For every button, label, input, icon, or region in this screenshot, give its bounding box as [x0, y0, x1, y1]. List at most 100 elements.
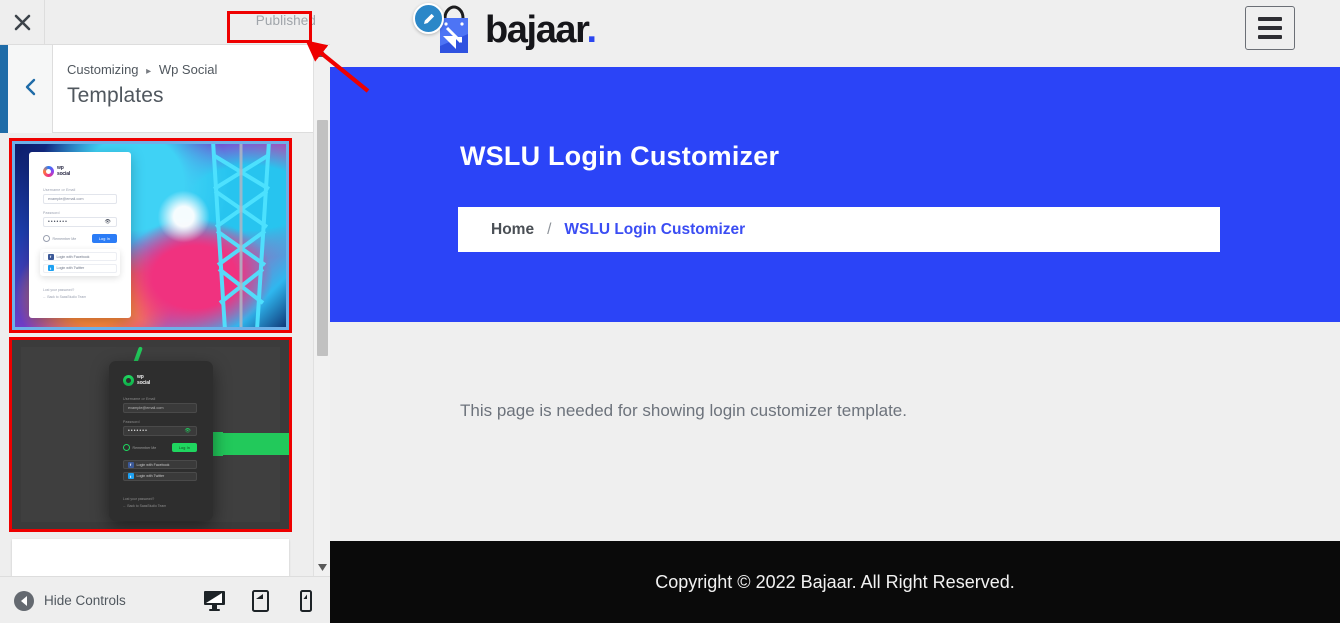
breadcrumb: Customizing ▸ Wp Social	[67, 62, 217, 77]
twitter-login-button: t Login with Twitter	[123, 471, 197, 481]
chevron-left-icon	[24, 78, 37, 101]
password-input: ••••••• 👁	[43, 217, 117, 227]
wp-social-logo: wp social	[43, 165, 70, 177]
scroll-up-arrow-icon[interactable]	[314, 45, 330, 62]
site-preview-frame[interactable]: bajaar. WSLU Login Customizer Home / WSL…	[330, 0, 1340, 623]
template-option-dark[interactable]: wp social Username or Email example@email…	[9, 337, 292, 532]
remember-me-label: Remember Me	[52, 236, 77, 241]
template-dark-thumbnail: wp social Username or Email example@email…	[12, 340, 289, 529]
logo-line-2: social	[137, 379, 150, 386]
logo-dot: .	[586, 9, 597, 51]
pencil-edit-icon[interactable]	[413, 3, 444, 34]
back-to-site-link: ← Back to SaasStudio Team	[43, 295, 87, 299]
username-field-group: Username or Email example@email.com	[43, 188, 117, 204]
username-input: example@email.com	[123, 403, 197, 413]
close-customizer-button[interactable]	[0, 0, 45, 45]
password-value: •••••••	[48, 219, 68, 225]
green-swoosh-decoration	[197, 432, 289, 456]
password-input: ••••••• 👁	[123, 426, 197, 436]
panel-accent-rail	[0, 45, 8, 133]
desktop-preview-icon[interactable]	[202, 589, 226, 613]
customizer-panel-header: Customizing ▸ Wp Social Templates	[0, 45, 330, 133]
username-label: Username or Email	[43, 188, 76, 192]
twitter-icon: t	[47, 265, 54, 271]
mobile-preview-icon[interactable]	[294, 589, 318, 613]
panel-title: Templates	[67, 84, 164, 107]
template-light-thumbnail: wp social Username or Email example@email…	[12, 141, 289, 330]
facebook-icon: f	[127, 461, 134, 468]
twitter-icon: t	[127, 473, 134, 479]
username-field-group: Username or Email example@email.com	[123, 397, 197, 413]
site-logo[interactable]: bajaar.	[413, 3, 597, 56]
password-field-group: Password ••••••• 👁	[123, 420, 197, 436]
twitter-login-button: t Login with Twitter	[43, 263, 117, 273]
breadcrumb-separator-icon: ▸	[146, 66, 152, 77]
tablet-preview-icon[interactable]	[248, 589, 272, 613]
breadcrumb-root[interactable]: Customizing	[67, 62, 139, 77]
facebook-label: Login with Facebook	[136, 462, 170, 467]
show-password-icon: 👁	[184, 428, 192, 434]
template-dark-login-card: wp social Username or Email example@email…	[109, 361, 213, 521]
device-preview-buttons	[202, 577, 318, 623]
page-body-text: This page is needed for showing login cu…	[460, 401, 907, 420]
template-option-light[interactable]: wp social Username or Email example@email…	[9, 138, 292, 333]
password-value: •••••••	[128, 428, 148, 434]
hamburger-menu-icon[interactable]	[1245, 6, 1295, 50]
username-label: Username or Email	[123, 397, 156, 401]
page-content: This page is needed for showing login cu…	[330, 322, 1340, 541]
facebook-label: Login with Facebook	[56, 254, 90, 259]
truss-decoration	[211, 141, 271, 330]
scroll-down-arrow-icon[interactable]	[314, 559, 330, 576]
logo-word: bajaar	[485, 9, 588, 51]
customizer-topbar: Published	[0, 0, 330, 45]
checkbox-icon	[43, 235, 50, 242]
login-button: Log In	[171, 443, 197, 452]
scrollbar-thumb[interactable]	[317, 120, 328, 356]
social-login-group: f Login with Facebook t Login with Twitter	[123, 460, 197, 481]
burger-bar-3	[1258, 35, 1282, 39]
templates-list[interactable]: wp social Username or Email example@email…	[0, 133, 313, 576]
back-to-site-link: ← Back to SaasStudio Team	[123, 504, 167, 508]
breadcrumb-home-link[interactable]: Home	[491, 221, 534, 239]
twitter-label: Login with Twitter	[136, 474, 165, 478]
template-option-next[interactable]	[12, 539, 289, 576]
login-button: Log In	[91, 234, 117, 243]
page-title: WSLU Login Customizer	[460, 141, 780, 171]
logo-line-2: social	[57, 170, 70, 177]
breadcrumb-current-page: WSLU Login Customizer	[564, 220, 746, 238]
password-label: Password	[43, 211, 60, 215]
username-input: example@email.com	[43, 194, 117, 204]
facebook-login-button: f Login with Facebook	[43, 252, 117, 261]
sidebar-scrollbar[interactable]	[313, 45, 330, 576]
published-status-button[interactable]: Published	[256, 13, 316, 28]
panel-back-button[interactable]	[8, 45, 53, 133]
site-breadcrumb: Home / WSLU Login Customizer	[458, 207, 1220, 252]
burger-bar-1	[1258, 17, 1282, 21]
copyright-text: Copyright © 2022 Bajaar. All Right Reser…	[655, 571, 1015, 592]
breadcrumb-separator: /	[547, 220, 552, 238]
lost-password-link: Lost your password?	[123, 497, 155, 501]
remember-me-checkbox: Remember Me	[123, 444, 156, 451]
remember-me-label: Remember Me	[132, 445, 157, 450]
remember-me-checkbox: Remember Me	[43, 235, 76, 242]
site-logo-text: bajaar.	[485, 9, 597, 51]
hide-controls-button[interactable]: Hide Controls	[14, 577, 126, 623]
hero-banner: WSLU Login Customizer	[330, 67, 1340, 322]
app-screen: Published Customizing ▸ Wp Social Templa…	[0, 0, 1340, 623]
wp-social-logo: wp social	[123, 374, 150, 386]
arrow-left-circle-icon	[14, 590, 34, 611]
hide-controls-label: Hide Controls	[44, 593, 126, 608]
password-field-group: Password ••••••• 👁	[43, 211, 117, 227]
facebook-icon: f	[47, 253, 54, 260]
lost-password-link: Lost your password?	[43, 288, 75, 292]
twitter-label: Login with Twitter	[56, 266, 85, 270]
site-header: bajaar.	[330, 0, 1340, 67]
template-dark-inner: wp social Username or Email example@email…	[21, 346, 289, 522]
breadcrumb-section[interactable]: Wp Social	[159, 62, 218, 77]
remember-row: Remember Me Log In	[123, 443, 197, 452]
wp-social-ring-icon	[123, 375, 134, 386]
template-light-login-card: wp social Username or Email example@email…	[29, 152, 131, 318]
shopping-bag-logo-icon	[413, 3, 478, 56]
template-next-thumbnail	[12, 539, 289, 576]
customizer-bottom-bar: Hide Controls	[0, 576, 330, 623]
